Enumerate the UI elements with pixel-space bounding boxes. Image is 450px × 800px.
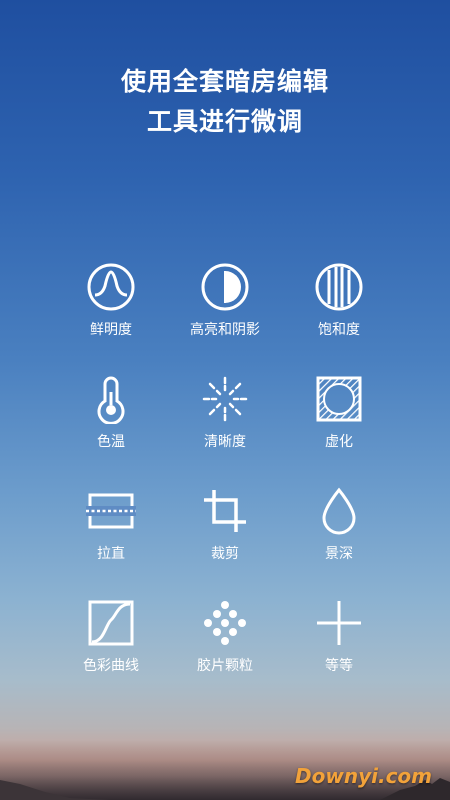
- temperature-icon: [97, 376, 125, 424]
- tool-more[interactable]: 等等: [282, 598, 396, 710]
- tool-depth-of-field[interactable]: 景深: [282, 486, 396, 598]
- tool-label: 色温: [97, 434, 125, 450]
- depth-of-field-icon: [322, 487, 356, 535]
- tool-label: 色彩曲线: [83, 658, 139, 674]
- tool-curves[interactable]: 色彩曲线: [54, 598, 168, 710]
- plus-icon: [317, 601, 361, 645]
- curves-icon: [88, 600, 134, 646]
- tool-label: 高亮和阴影: [190, 322, 260, 338]
- tool-vignette[interactable]: 虚化: [282, 374, 396, 486]
- tool-film-grain[interactable]: 胶片颗粒: [168, 598, 282, 710]
- sharpen-icon: [202, 376, 248, 422]
- tool-label: 虚化: [325, 434, 353, 450]
- tool-label: 拉直: [97, 546, 125, 562]
- watermark: Downyi.com: [295, 764, 432, 788]
- crop-icon: [204, 490, 246, 532]
- tool-label: 景深: [325, 546, 353, 562]
- tool-brilliance[interactable]: 鲜明度: [54, 262, 168, 374]
- tool-label: 裁剪: [211, 546, 239, 562]
- straighten-icon: [86, 493, 136, 529]
- tool-sharpen[interactable]: 清晰度: [168, 374, 282, 486]
- tool-label: 饱和度: [318, 322, 360, 338]
- tool-label: 清晰度: [204, 434, 246, 450]
- film-grain-icon: [204, 601, 246, 645]
- tool-label: 胶片颗粒: [197, 658, 253, 674]
- tool-temperature[interactable]: 色温: [54, 374, 168, 486]
- tool-label: 鲜明度: [90, 322, 132, 338]
- tool-highlights-shadows[interactable]: 高亮和阴影: [168, 262, 282, 374]
- tool-saturation[interactable]: 饱和度: [282, 262, 396, 374]
- tool-straighten[interactable]: 拉直: [54, 486, 168, 598]
- highlights-shadows-icon: [201, 263, 249, 311]
- vignette-icon: [316, 376, 362, 422]
- tool-label: 等等: [325, 658, 353, 674]
- saturation-icon: [315, 263, 363, 311]
- brilliance-icon: [87, 263, 135, 311]
- tools-grid: 鲜明度 高亮和阴影 饱和度 色温 清晰度 虚化 拉直 裁剪 景深 色彩曲线 胶片…: [54, 262, 396, 710]
- headline-line-1: 使用全套暗房编辑: [120, 67, 329, 96]
- tool-crop[interactable]: 裁剪: [168, 486, 282, 598]
- headline-line-2: 工具进行微调: [146, 107, 303, 136]
- headline: 使用全套暗房编辑 工具进行微调: [0, 62, 450, 142]
